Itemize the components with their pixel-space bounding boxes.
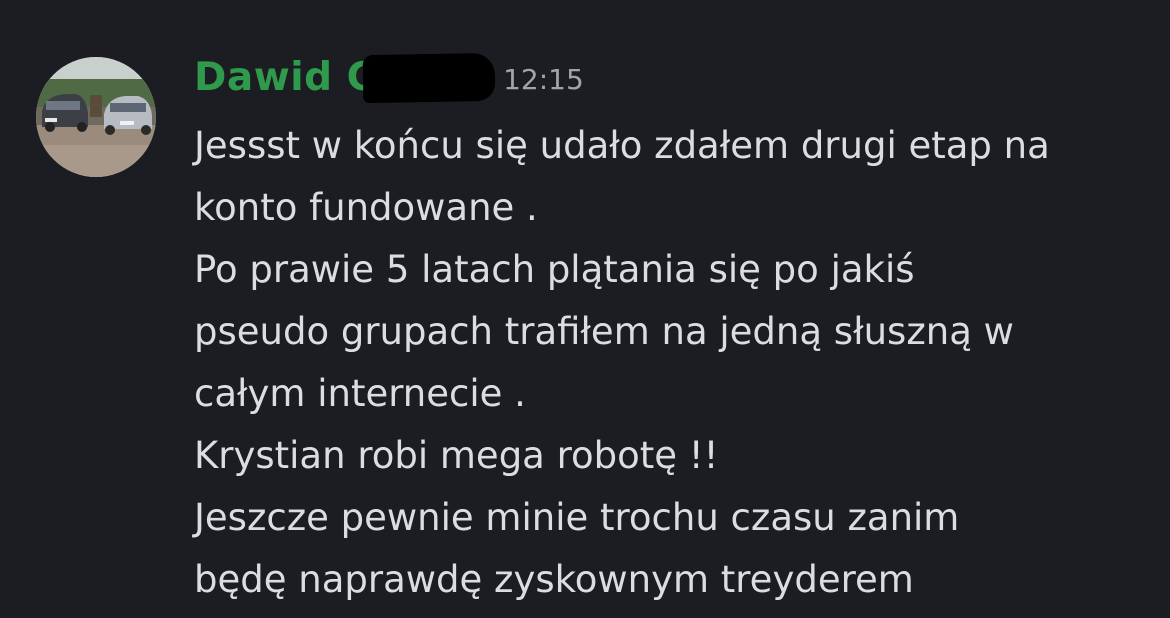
message-header: Dawid G 12:15 <box>194 52 584 104</box>
avatar[interactable] <box>36 57 156 177</box>
timestamp: 12:15 <box>503 63 584 96</box>
redaction-block <box>362 52 496 104</box>
message-line: konto fundowane . <box>194 186 538 229</box>
message-line: będę naprawdę zyskownym treyderem <box>194 558 914 601</box>
message-content: Jessst w końcu się udało zdałem drugi et… <box>194 115 1154 611</box>
chat-message: Dawid G 12:15 Jessst w końcu się udało z… <box>0 0 1170 618</box>
avatar-photo-cars <box>36 57 156 177</box>
message-line: Jessst w końcu się udało zdałem drugi et… <box>194 124 1050 167</box>
message-line: Jeszcze pewnie minie trochu czasu zanim <box>194 496 960 539</box>
message-line: Krystian robi mega robotę !! <box>194 434 719 477</box>
message-line: Po prawie 5 latach plątania się po jakiś <box>194 248 915 291</box>
message-line: pseudo grupach trafiłem na jedną słuszną… <box>194 310 1014 353</box>
username[interactable]: Dawid G <box>194 52 379 104</box>
message-line: całym internecie . <box>194 372 526 415</box>
